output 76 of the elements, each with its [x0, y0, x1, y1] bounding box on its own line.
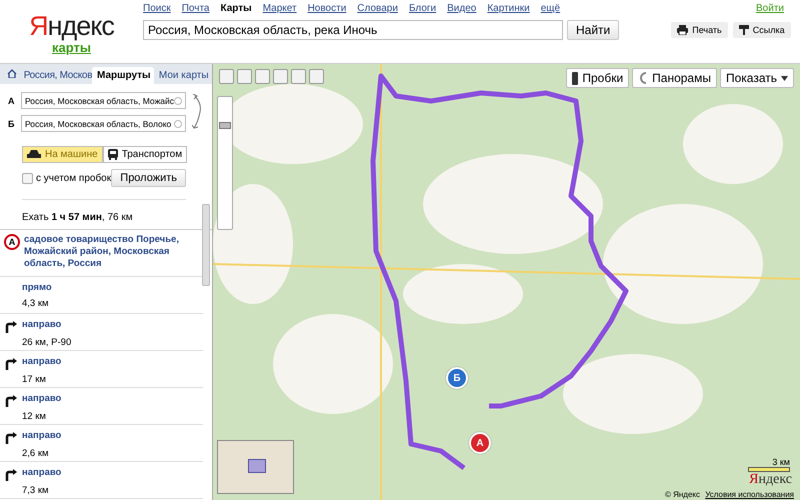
step-distance: 4,3 км — [22, 298, 50, 309]
nav-link[interactable]: Поиск — [143, 3, 171, 14]
panorama-icon — [638, 72, 648, 84]
minimap[interactable] — [217, 440, 294, 494]
home-icon — [7, 69, 17, 78]
travel-mode-tab[interactable]: Транспортом — [102, 146, 188, 163]
travel-mode-tab[interactable]: На машине — [22, 146, 103, 163]
map-tool-button[interactable] — [219, 69, 234, 84]
nav-link[interactable]: Картинки — [487, 3, 530, 14]
traffic-light-icon — [572, 72, 578, 84]
sidebar-tab[interactable]: Маршруты — [92, 67, 154, 84]
point-letter: А — [8, 96, 15, 106]
turn-right-icon — [5, 358, 17, 370]
step-distance: 12 км — [22, 411, 47, 422]
step-distance: 7,3 км — [22, 485, 50, 496]
step-direction[interactable]: направо — [22, 319, 203, 333]
nav-link[interactable]: Новости — [308, 3, 346, 14]
nav-link[interactable]: Видео — [447, 3, 476, 14]
step-distance: 26 км, Р-90 — [22, 337, 72, 348]
nav-link[interactable]: Маркет — [262, 3, 297, 14]
nav-link[interactable]: Почта — [182, 3, 210, 14]
step-direction[interactable]: направо — [22, 467, 203, 481]
build-route-button[interactable]: Проложить — [111, 169, 186, 187]
point-letter: Б — [8, 118, 15, 128]
swap-icon[interactable] — [192, 94, 202, 130]
nav-link[interactable]: Блоги — [408, 3, 436, 14]
nav-link[interactable]: Карты — [220, 3, 252, 14]
search-field[interactable]: Россия, Московская область, река Иночь — [143, 20, 563, 40]
checkbox-label: с учетом пробок — [36, 172, 112, 184]
service-name[interactable]: карты — [52, 40, 91, 55]
step-direction[interactable]: направо — [22, 393, 203, 407]
turn-right-icon — [5, 321, 17, 333]
nav-link[interactable]: Словари — [357, 3, 398, 14]
bus-icon — [108, 149, 118, 160]
start-address[interactable]: садовое товарищество Поречье, Можайский район, Московская область, Россия — [24, 234, 199, 270]
sidebar-tab[interactable]: Мои карты — [154, 67, 212, 84]
start-marker: А — [4, 234, 20, 250]
step-direction[interactable]: направо — [22, 430, 203, 444]
traffic-checkbox[interactable] — [22, 172, 33, 184]
zoom-slider[interactable] — [217, 96, 233, 230]
route-summary: Ехать 1 ч 57 мин, 76 км — [22, 199, 186, 223]
car-icon — [27, 150, 41, 159]
login-link[interactable]: Войти — [756, 3, 784, 14]
turn-right-icon — [5, 432, 17, 444]
caret-icon — [781, 76, 788, 80]
step-direction[interactable]: направо — [22, 356, 203, 370]
yandex-logo[interactable]: Яндекс — [29, 12, 114, 40]
show-menu-button[interactable]: Показать — [720, 68, 794, 88]
copyright-text: © Яндекс — [664, 490, 700, 499]
printer-icon — [677, 25, 688, 35]
scale-label: 3 км — [772, 457, 790, 467]
nav-link[interactable]: ещё — [540, 3, 560, 14]
terms-link[interactable]: Условия использования — [705, 490, 794, 499]
sidebar-tab[interactable]: Россия, Москов — [22, 67, 92, 84]
step-direction[interactable]: прямо — [22, 282, 203, 294]
map-tool-button[interactable] — [291, 69, 306, 84]
turn-right-icon — [5, 469, 17, 481]
map-tool-button[interactable] — [237, 69, 252, 84]
address-field[interactable]: Россия, Московская область, Волоко — [21, 115, 186, 132]
panorama-button[interactable]: Панорамы — [632, 68, 717, 88]
traffic-button[interactable]: Пробки — [566, 68, 630, 88]
turn-right-icon — [5, 395, 17, 407]
search-button[interactable]: Найти — [567, 20, 620, 40]
scale-bar — [748, 467, 790, 472]
zoom-thumb[interactable] — [219, 122, 231, 129]
address-field[interactable]: Россия, Московская область, Можайс — [21, 92, 186, 109]
scrollbar-thumb[interactable] — [202, 204, 210, 286]
map-logo: Яндекс — [749, 472, 792, 488]
map-tool-button[interactable] — [273, 69, 288, 84]
print-button[interactable]: Печать — [671, 22, 728, 38]
pin-icon — [738, 25, 749, 35]
map-tool-button[interactable] — [255, 69, 270, 84]
link-button[interactable]: Ссылка — [732, 22, 791, 38]
step-distance: 2,6 км — [22, 448, 50, 459]
step-distance: 17 км — [22, 374, 47, 385]
map-tool-button[interactable] — [309, 69, 324, 84]
